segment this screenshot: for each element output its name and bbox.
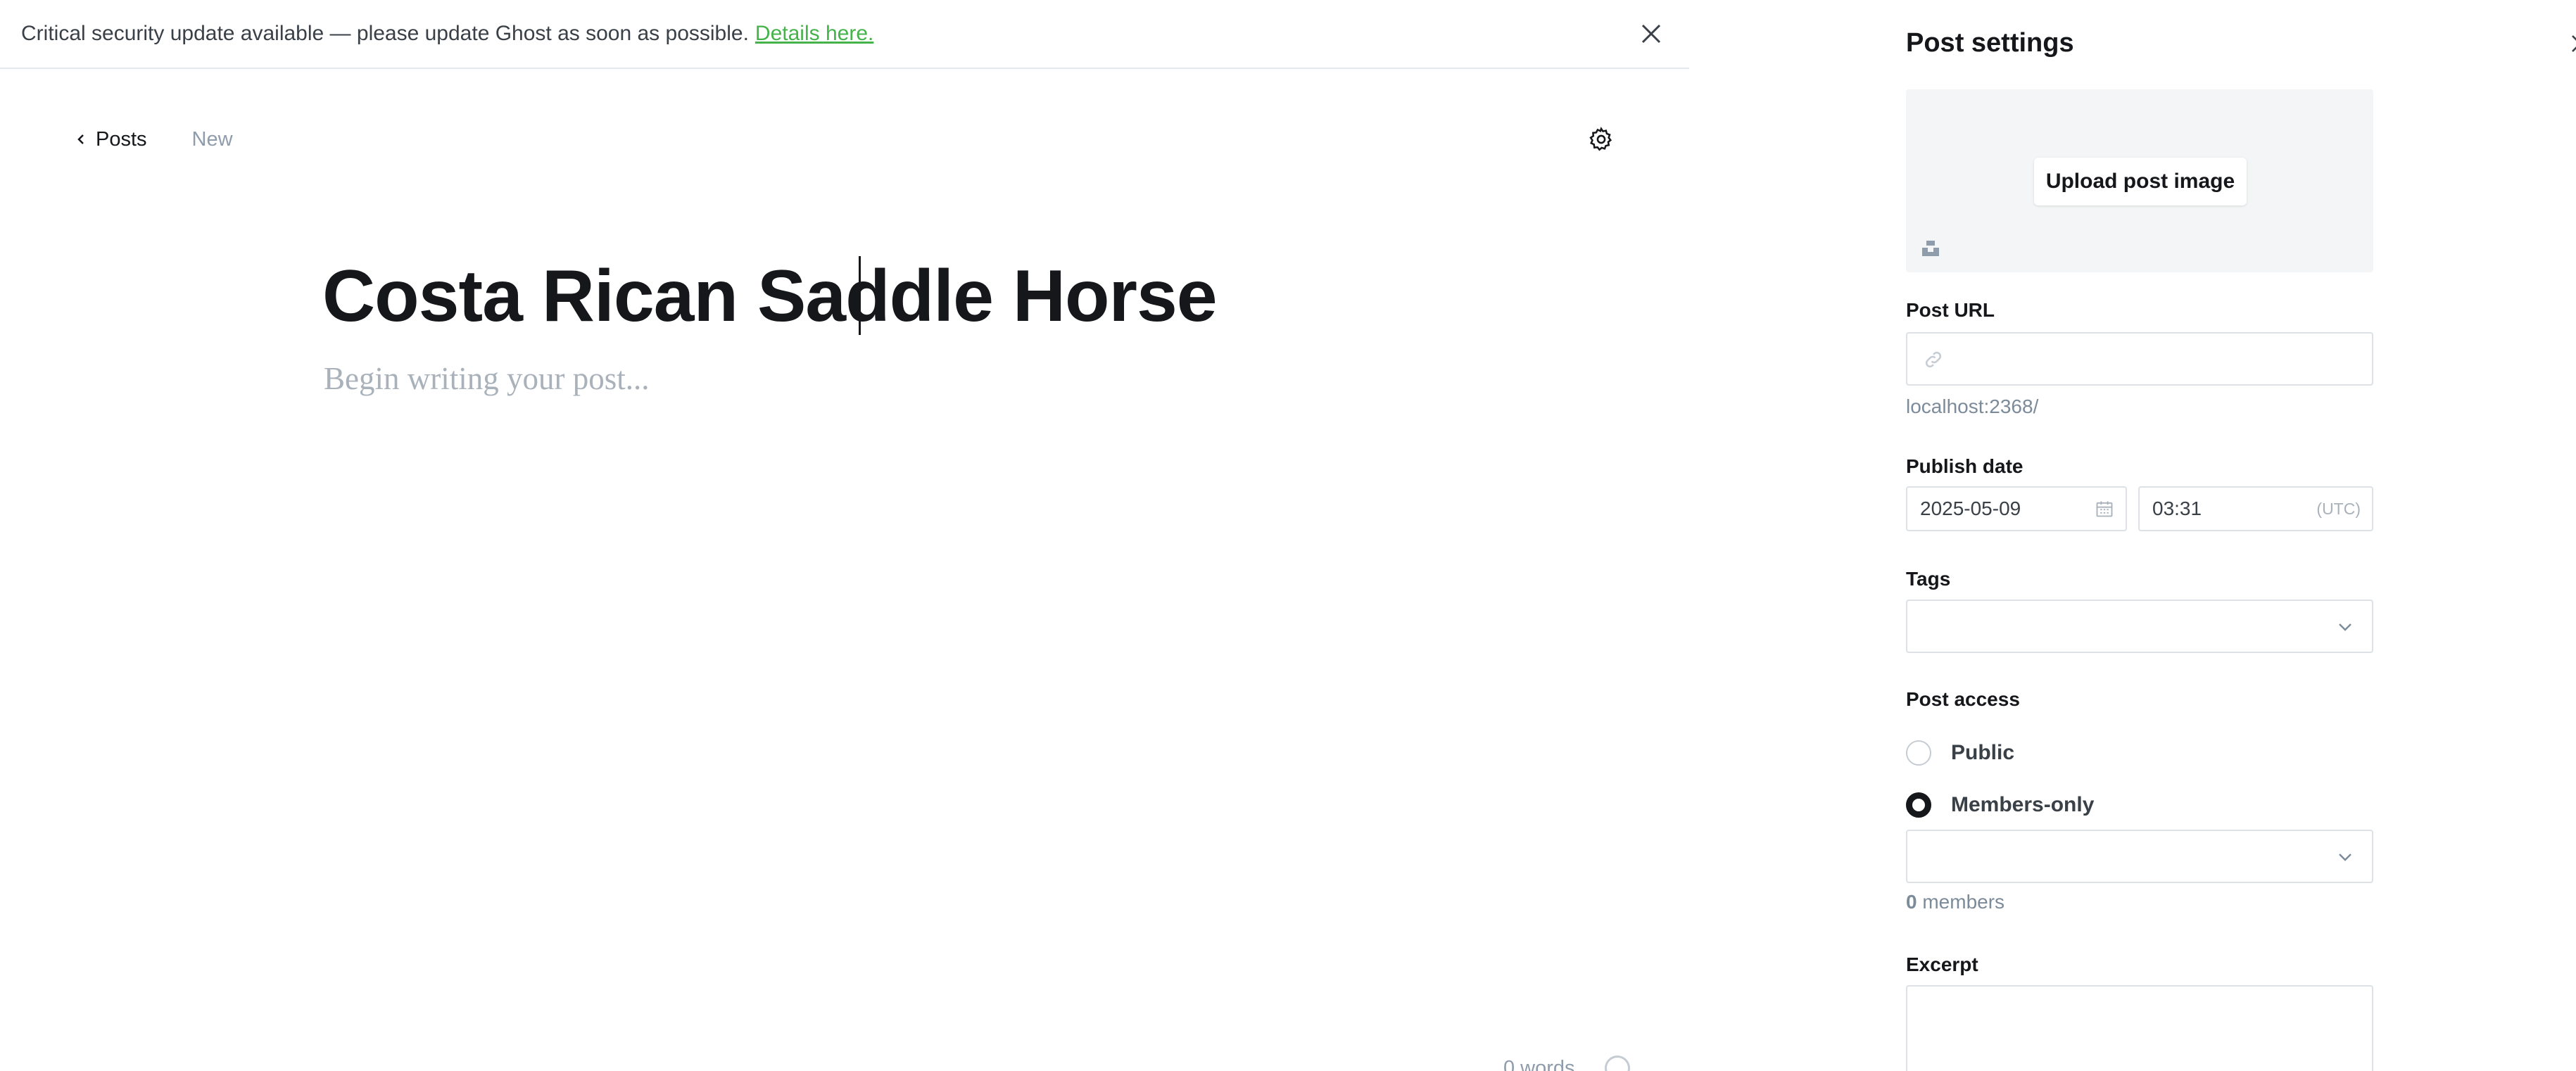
post-image-uploader: Upload post image [1906,89,2373,272]
settings-close-icon[interactable] [2570,34,2576,53]
banner-message: Critical security update available — ple… [21,22,749,45]
members-only-radio[interactable] [1906,792,1931,818]
publish-time-value: 03:31 [2152,498,2202,519]
members-count: 0 members [1906,891,2004,913]
settings-gear-icon[interactable] [1588,126,1615,153]
tags-select[interactable] [1906,600,2373,653]
post-status: New [191,127,233,151]
tags-label: Tags [1906,568,1951,590]
post-url-input[interactable] [1906,332,2373,386]
publish-time-input[interactable]: 03:31 (UTC) [2138,486,2373,531]
publish-date-label: Publish date [1906,455,2023,477]
excerpt-textarea[interactable] [1906,985,2373,1071]
calendar-icon[interactable] [2095,499,2114,519]
image-icon[interactable] [1920,237,1941,258]
help-icon[interactable] [1605,1056,1630,1071]
timezone-label: (UTC) [2316,499,2361,518]
excerpt-label: Excerpt [1906,953,1978,975]
link-icon [1923,349,1944,370]
back-to-posts-link[interactable]: Posts [76,128,147,151]
chevron-down-icon [2337,621,2354,633]
access-option-public[interactable]: Public [1906,740,2014,766]
word-count: 0 words [1503,1057,1575,1071]
post-url-hint: localhost:2368/ [1906,395,2039,417]
members-count-suffix: members [1922,891,2005,913]
post-title[interactable]: Costa Rican Saddle Horse [322,251,1218,342]
post-body-placeholder[interactable]: Begin writing your post... [324,360,649,397]
editor-nav: Posts New [76,125,233,153]
public-radio-label: Public [1951,741,2015,764]
settings-panel-title: Post settings [1906,28,2074,58]
banner-close-icon[interactable] [1639,21,1664,46]
publish-date-value: 2025-05-09 [1920,498,2021,519]
chevron-down-icon [2337,851,2354,863]
chevron-left-icon [77,134,84,144]
post-access-label: Post access [1906,688,2020,710]
editor-pane: Critical security update available — ple… [0,0,1689,1071]
security-update-banner: Critical security update available — ple… [0,0,1689,69]
post-url-label: Post URL [1906,299,1995,321]
members-count-number: 0 [1906,891,1917,913]
public-radio[interactable] [1906,740,1931,766]
access-option-members-only[interactable]: Members-only [1906,792,2094,818]
banner-details-link[interactable]: Details here. [755,22,873,46]
upload-post-image-button[interactable]: Upload post image [2034,158,2247,205]
post-settings-panel: Post settings Upload post image Post URL… [1689,0,2576,1071]
members-tier-select[interactable] [1906,830,2373,883]
app-root: Critical security update available — ple… [0,0,2576,1071]
publish-date-input[interactable]: 2025-05-09 [1906,486,2127,531]
back-link-label: Posts [96,127,147,151]
members-only-radio-label: Members-only [1951,793,2095,816]
text-caret [859,256,861,335]
